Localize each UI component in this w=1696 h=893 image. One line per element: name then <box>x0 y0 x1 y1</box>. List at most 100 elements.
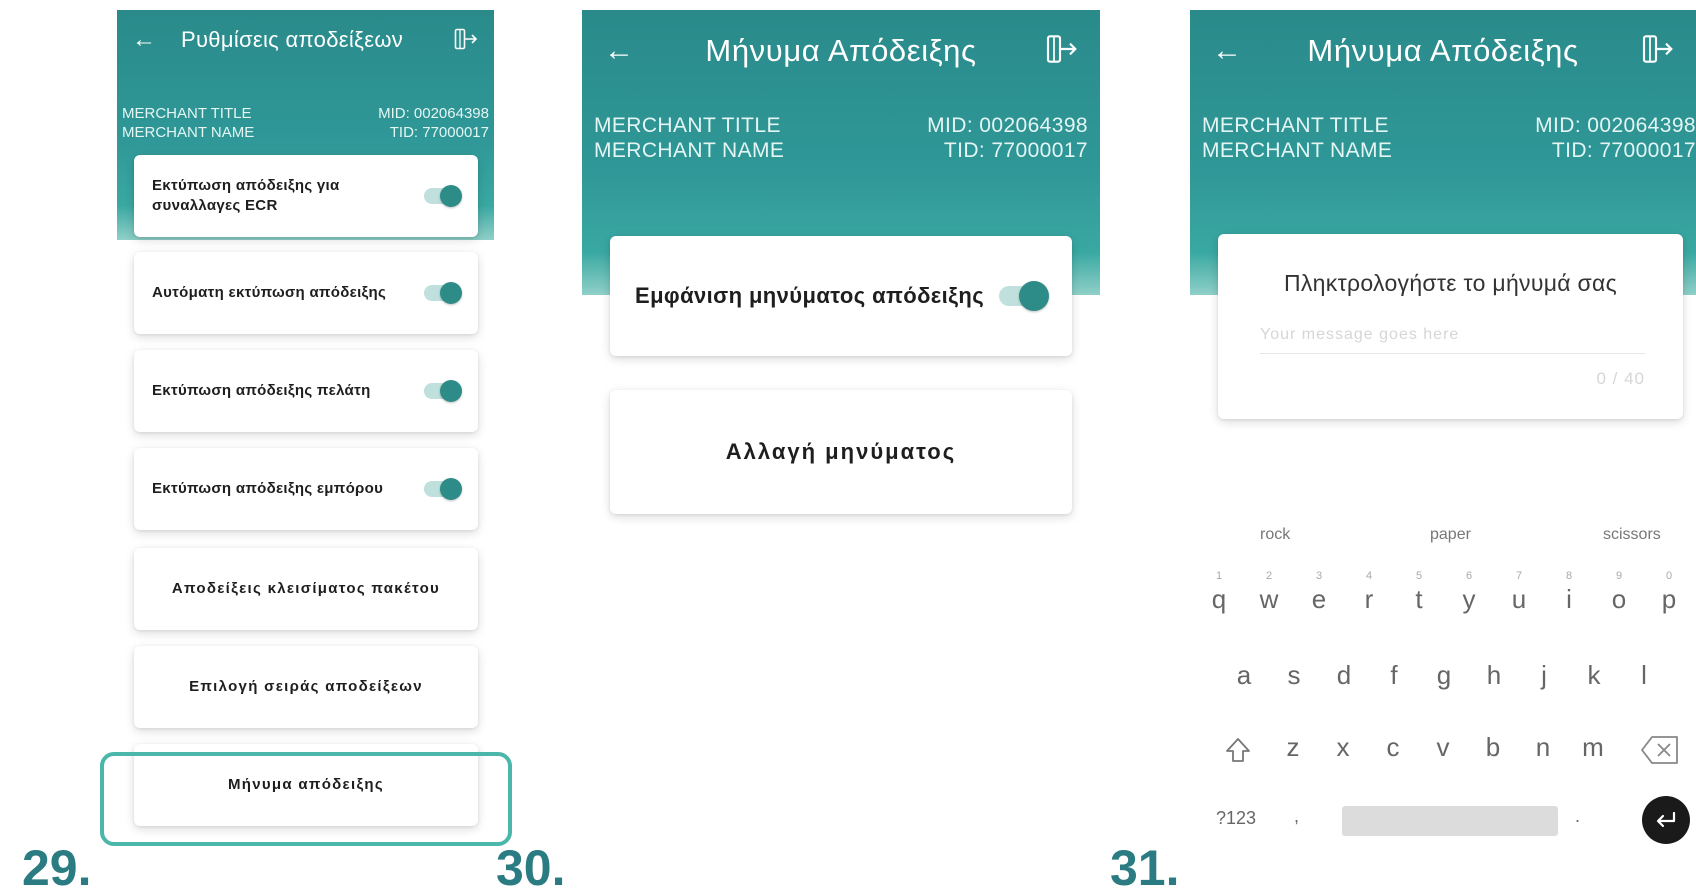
on-screen-keyboard: rock paper scissors 1q 2w 3e 4r 5t 6y 7u… <box>1190 520 1696 888</box>
key-b[interactable]: b <box>1470 732 1516 763</box>
key-y[interactable]: 6y <box>1446 570 1492 615</box>
key-r[interactable]: 4r <box>1346 570 1392 615</box>
merchant-tid: TID: 77000017 <box>389 124 489 141</box>
key-g[interactable]: g <box>1421 660 1467 691</box>
button-label: Αλλαγή μηνύματος <box>725 439 957 464</box>
space-bar[interactable] <box>1342 806 1558 836</box>
key-j[interactable]: j <box>1521 660 1567 691</box>
page-title: Μήνυμα Απόδειξης <box>705 33 977 68</box>
key-p[interactable]: 0p <box>1646 570 1692 615</box>
key-n[interactable]: n <box>1520 732 1566 763</box>
change-message-button[interactable]: Αλλαγή μηνύματος <box>610 390 1072 514</box>
key-f[interactable]: f <box>1371 660 1417 691</box>
key-x[interactable]: x <box>1320 732 1366 763</box>
key-i[interactable]: 8i <box>1546 570 1592 615</box>
suggestion-item[interactable]: rock <box>1260 526 1290 544</box>
backspace-key-icon[interactable] <box>1640 734 1680 771</box>
logout-icon[interactable] <box>454 28 478 55</box>
step-number: 31. <box>1110 840 1180 893</box>
setting-merchant-receipt[interactable]: Εκτύπωση απόδειξης εμπόρου <box>134 448 478 530</box>
key-d[interactable]: d <box>1321 660 1367 691</box>
toggle-knob <box>1019 281 1049 311</box>
screen-receipt-message: ← Μήνυμα Απόδειξης MERCHANT TITLE MID: 00… <box>582 10 1100 888</box>
comma-key[interactable]: , <box>1294 806 1299 827</box>
merchant-mid: MID: 002064398 <box>1535 114 1696 137</box>
batch-close-receipts-button[interactable]: Αποδείξεις κλεισίματος πακέτου <box>134 548 478 630</box>
merchant-title: MERCHANT TITLE <box>1202 114 1389 137</box>
customer-receipt-toggle[interactable] <box>424 380 462 402</box>
symbols-key[interactable]: ?123 <box>1216 808 1256 829</box>
setting-label: Εκτύπωση απόδειξης για συναλλαγες ECR <box>152 177 340 214</box>
key-e[interactable]: 3e <box>1296 570 1342 615</box>
toggle-knob <box>440 380 462 402</box>
key-c[interactable]: c <box>1370 732 1416 763</box>
setting-customer-receipt[interactable]: Εκτύπωση απόδειξης πελάτη <box>134 350 478 432</box>
highlight-frame <box>100 752 512 846</box>
dialog-prompt: Πληκτρολογήστε το μήνυμά σας <box>1283 270 1618 296</box>
setting-auto-print[interactable]: Αυτόματη εκτύπωση απόδειξης <box>134 252 478 334</box>
setting-label: Εκτύπωση απόδειξης πελάτη <box>152 382 371 399</box>
suggestion-bar: rock paper scissors <box>1190 520 1696 556</box>
key-z[interactable]: z <box>1270 732 1316 763</box>
key-t[interactable]: 5t <box>1396 570 1442 615</box>
top-bar: ← Ρυθμίσεις αποδείξεων <box>117 10 494 70</box>
merchant-receipt-toggle[interactable] <box>424 478 462 500</box>
setting-label: Επιλογή σειράς αποδείξεων <box>189 678 423 695</box>
setting-ecr-receipt[interactable]: Εκτύπωση απόδειξης για συναλλαγες ECR <box>134 155 478 237</box>
message-input[interactable] <box>1260 316 1645 354</box>
ecr-receipt-toggle[interactable] <box>424 185 462 207</box>
key-l[interactable]: l <box>1621 660 1667 691</box>
key-o[interactable]: 9o <box>1596 570 1642 615</box>
merchant-info: MERCHANT TITLE MID: 002064398 MERCHANT NA… <box>122 104 489 142</box>
merchant-info: MERCHANT TITLE MID: 002064398 MERCHANT NA… <box>1202 113 1696 163</box>
logout-icon[interactable] <box>1642 34 1674 69</box>
merchant-name: MERCHANT NAME <box>1202 139 1393 162</box>
step-number: 30. <box>496 840 566 893</box>
screen-message-input: ← Μήνυμα Απόδειξης MERCHANT TITLE MID: 00… <box>1190 10 1696 888</box>
top-bar: ← Μήνυμα Απόδειξης <box>1190 10 1696 92</box>
show-message-setting[interactable]: Εμφάνιση μηνύματος απόδειξης <box>610 236 1072 356</box>
merchant-tid: TID: 77000017 <box>1551 139 1696 162</box>
toggle-knob <box>440 282 462 304</box>
page-title: Ρυθμίσεις αποδείξεων <box>181 27 404 52</box>
tutorial-stage: ← Ρυθμίσεις αποδείξεων MERCHANT TITLE MID… <box>0 0 1696 893</box>
key-w[interactable]: 2w <box>1246 570 1292 615</box>
setting-label: Αυτόματη εκτύπωση απόδειξης <box>152 284 387 301</box>
merchant-tid: TID: 77000017 <box>943 139 1088 162</box>
shift-key-icon[interactable] <box>1224 736 1252 769</box>
merchant-name: MERCHANT NAME <box>122 124 255 141</box>
period-key[interactable]: . <box>1575 806 1580 827</box>
merchant-mid: MID: 002064398 <box>927 114 1088 137</box>
back-arrow-icon[interactable]: ← <box>129 26 159 54</box>
key-m[interactable]: m <box>1570 732 1616 763</box>
logout-icon[interactable] <box>1046 34 1078 69</box>
merchant-name: MERCHANT NAME <box>594 139 785 162</box>
setting-label: Αποδείξεις κλεισίματος πακέτου <box>171 580 441 597</box>
key-k[interactable]: k <box>1571 660 1617 691</box>
character-counter: 0 / 40 <box>1596 369 1645 388</box>
merchant-info: MERCHANT TITLE MID: 002064398 MERCHANT NA… <box>594 113 1088 163</box>
setting-label: Εκτύπωση απόδειξης εμπόρου <box>152 480 384 497</box>
auto-print-toggle[interactable] <box>424 282 462 304</box>
setting-label: Εμφάνιση μηνύματος απόδειξης <box>635 283 985 308</box>
key-u[interactable]: 7u <box>1496 570 1542 615</box>
enter-key-icon[interactable] <box>1642 796 1690 844</box>
toggle-knob <box>440 478 462 500</box>
show-message-toggle[interactable] <box>999 281 1049 311</box>
step-number: 29. <box>22 840 92 893</box>
key-q[interactable]: 1q <box>1196 570 1242 615</box>
suggestion-item[interactable]: paper <box>1430 526 1471 544</box>
key-a[interactable]: a <box>1221 660 1267 691</box>
merchant-mid: MID: 002064398 <box>378 105 489 122</box>
message-dialog: Πληκτρολογήστε το μήνυμά σας 0 / 40 <box>1218 234 1683 419</box>
suggestion-item[interactable]: scissors <box>1603 526 1661 544</box>
top-bar: ← Μήνυμα Απόδειξης <box>582 10 1100 92</box>
merchant-title: MERCHANT TITLE <box>594 114 781 137</box>
page-title: Μήνυμα Απόδειξης <box>1307 33 1579 68</box>
key-v[interactable]: v <box>1420 732 1466 763</box>
receipt-order-button[interactable]: Επιλογή σειράς αποδείξεων <box>134 646 478 728</box>
key-h[interactable]: h <box>1471 660 1517 691</box>
merchant-title: MERCHANT TITLE <box>122 105 252 122</box>
key-s[interactable]: s <box>1271 660 1317 691</box>
toggle-knob <box>440 185 462 207</box>
